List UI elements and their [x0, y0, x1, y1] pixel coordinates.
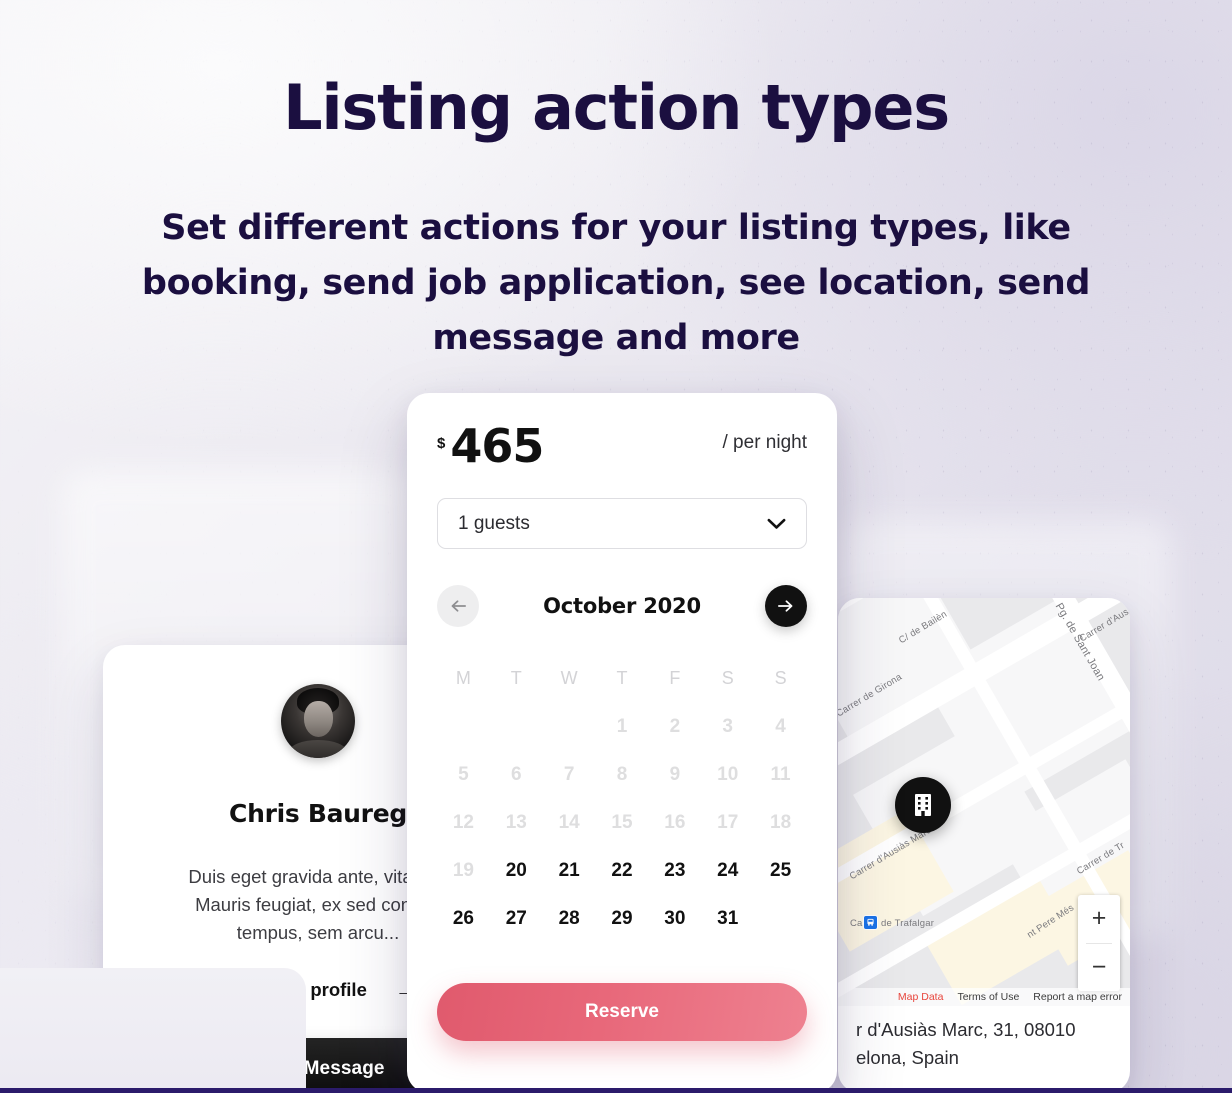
calendar-prev-month-button[interactable]: [437, 585, 479, 627]
map-zoom-in-button[interactable]: +: [1078, 895, 1120, 943]
calendar-day-disabled: 19: [452, 860, 474, 881]
map-data-link[interactable]: Map Data: [898, 991, 944, 1003]
calendar-day[interactable]: 24: [701, 860, 754, 882]
calendar-day-disabled: 3: [722, 716, 733, 737]
calendar-day-disabled: 6: [510, 764, 522, 785]
calendar-day-disabled: 12: [452, 812, 474, 833]
map-location-pin[interactable]: [895, 777, 951, 833]
map-zoom-out-button[interactable]: −: [1078, 944, 1120, 992]
page-subtitle: Set different actions for your listing t…: [141, 208, 1091, 358]
calendar-next-month-button[interactable]: [764, 585, 807, 627]
calendar-day-disabled: 9: [669, 764, 681, 785]
calendar-weekday: T: [510, 668, 522, 688]
calendar-day-disabled: 1: [616, 716, 628, 737]
calendar-day-disabled: 7: [563, 764, 575, 785]
calendar-day-disabled: 13: [505, 812, 527, 833]
calendar-weekday: S: [721, 668, 734, 688]
price-group: $ 465: [437, 419, 544, 473]
calendar-day-disabled: 5: [458, 764, 469, 785]
calendar-day[interactable]: 25: [754, 860, 807, 882]
calendar-weekday: M: [455, 668, 471, 688]
calendar-day[interactable]: 21: [543, 860, 596, 882]
calendar-day-disabled: 4: [775, 716, 786, 737]
calendar-day-blank: [437, 716, 490, 738]
calendar-navigation: October 2020: [437, 585, 807, 627]
calendar-weekday: W: [560, 668, 578, 688]
calendar-day[interactable]: 31: [701, 908, 754, 930]
calendar-day[interactable]: 26: [437, 908, 490, 930]
calendar-day-disabled: 2: [669, 716, 681, 737]
calendar-day-blank: [543, 716, 596, 738]
calendar-weekday-header: MTWTFSS: [437, 668, 807, 689]
booking-widget-card: $ 465 / per night 1 guests October 2020 …: [407, 393, 837, 1093]
calendar-day-disabled: 11: [770, 764, 791, 785]
bus-glyph-icon: [867, 918, 874, 926]
calendar-day[interactable]: 27: [490, 908, 543, 930]
building-icon: [915, 794, 931, 816]
calendar-day[interactable]: 22: [596, 860, 649, 882]
map-attribution-bar: Map Data Terms of Use Report a map error: [838, 988, 1130, 1006]
chevron-down-icon: [767, 518, 786, 529]
price-value: 465: [450, 419, 544, 473]
calendar-day[interactable]: 28: [543, 908, 596, 930]
calendar-weekday: S: [774, 668, 787, 688]
report-map-error-link[interactable]: Report a map error: [1033, 991, 1122, 1003]
avatar: [281, 684, 355, 758]
bottom-accent-strip: [0, 1088, 1232, 1093]
address-line-1: r d'Ausiàs Marc, 31, 08010: [856, 1019, 1076, 1040]
guests-select[interactable]: 1 guests: [437, 498, 807, 549]
page-title: Listing action types: [283, 71, 950, 144]
map-zoom-controls[interactable]: + −: [1078, 895, 1120, 991]
avatar-body: [289, 740, 347, 758]
arrow-right-icon: [778, 600, 793, 612]
calendar-weekday: F: [669, 668, 681, 688]
arrow-left-icon: [451, 600, 466, 612]
address-line-2: elona, Spain: [856, 1047, 959, 1068]
hero-section: Listing action types Set different actio…: [0, 0, 1232, 366]
price-row: $ 465 / per night: [437, 423, 807, 469]
avatar-face: [304, 701, 333, 737]
calendar-day[interactable]: 29: [596, 908, 649, 930]
calendar-day-disabled: 10: [717, 764, 739, 785]
currency-symbol: $: [437, 435, 446, 452]
reserve-button[interactable]: Reserve: [437, 983, 807, 1041]
calendar-month-label: October 2020: [543, 594, 701, 618]
calendar-day[interactable]: 30: [648, 908, 701, 930]
calendar-day-blank: [490, 716, 543, 738]
calendar-day-disabled: 17: [717, 812, 739, 833]
calendar-day-disabled: 15: [611, 812, 633, 833]
bus-station-icon: [863, 915, 878, 930]
bottom-left-panel: [0, 968, 306, 1088]
calendar-day[interactable]: 23: [648, 860, 701, 882]
calendar-weekday: T: [616, 668, 628, 688]
listing-address: r d'Ausiàs Marc, 31, 08010 elona, Spain: [838, 1016, 1130, 1072]
calendar-day-disabled: 8: [616, 764, 628, 785]
calendar-day[interactable]: 20: [490, 860, 543, 882]
terms-of-use-link[interactable]: Terms of Use: [957, 991, 1019, 1003]
calendar-days-grid: 1 2 3 4 5 6 7 8 9 10 11 12 13 14 15 16 17 18 19 20 21 22 23 24 2…: [437, 716, 807, 930]
guests-select-value: 1 guests: [458, 512, 530, 534]
listing-location-card: C/ de Bailèn Pg. de Sant Joan Carrer d'A…: [838, 598, 1130, 1093]
map-canvas[interactable]: C/ de Bailèn Pg. de Sant Joan Carrer d'A…: [838, 598, 1130, 1006]
calendar-day-disabled: 18: [770, 812, 792, 833]
calendar-day-disabled: 14: [558, 812, 580, 833]
price-unit-label: / per night: [722, 432, 808, 453]
calendar-day-disabled: 16: [664, 812, 686, 833]
